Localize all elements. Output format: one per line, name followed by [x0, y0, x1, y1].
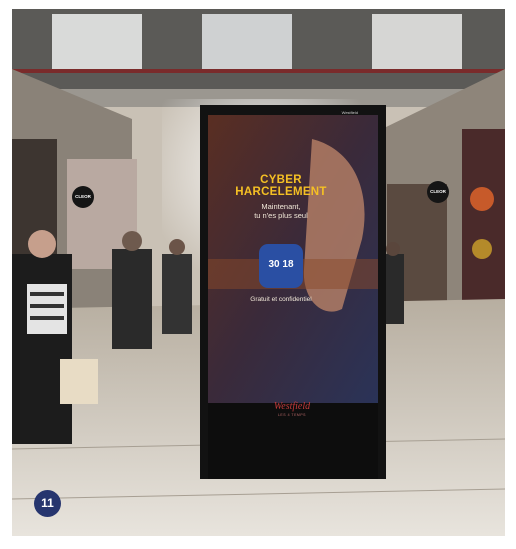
kiosk-brand-logo: Westfield [273, 401, 311, 412]
subline-line-2: tu n'es plus seul [254, 211, 308, 220]
kiosk-screen: Westfield CYBER HARCELEMENT Maintenant, … [196, 106, 366, 394]
store-sign-left: CLEOR [72, 186, 94, 208]
helpline-number: 30 18 [268, 259, 294, 270]
kiosk-brand-sub: LES 4 TEMPS [277, 413, 306, 417]
campaign-subline: Maintenant, tu n'es plus seul [196, 202, 366, 220]
figure-number-badge: 11 [34, 490, 61, 517]
photo-frame: Westfield CYBER HARCELEMENT Maintenant, … [12, 9, 505, 536]
campaign-headline: CYBER HARCELEMENT [196, 174, 366, 198]
store-sign-right: CLEOR [427, 181, 449, 203]
headline-line-1: CYBER [260, 174, 302, 186]
helpline-badge: 30 18 [259, 244, 303, 288]
subline-line-1: Maintenant, [261, 202, 301, 211]
ceiling-panel [52, 14, 142, 69]
screen-corner-label: Westfield [341, 110, 358, 115]
headline-line-2: HARCELEMENT [235, 186, 327, 198]
campaign-footline: Gratuit et confidentiel [250, 296, 312, 303]
